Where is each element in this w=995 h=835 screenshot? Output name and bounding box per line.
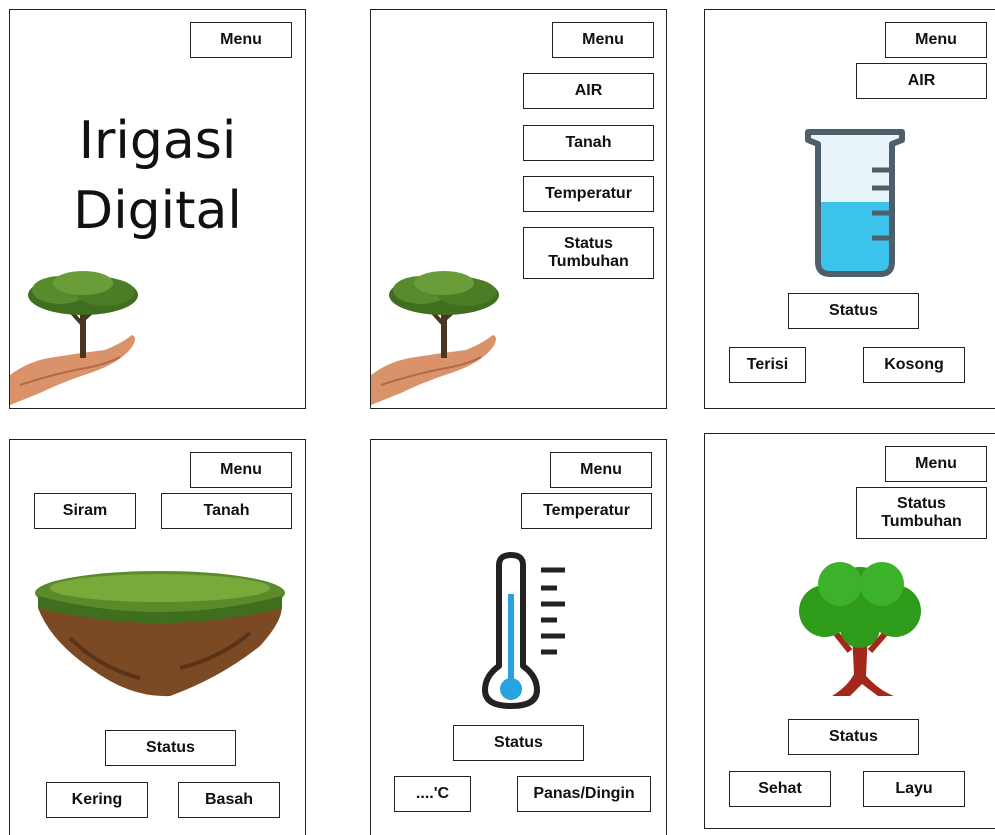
terisi-option[interactable]: Terisi [729,347,806,383]
screen-menu: Menu AIR Tanah Temperatur Status Tumbuha… [370,9,667,409]
screen-status-tumbuhan: Menu Status Tumbuhan Status Sehat Layu [704,433,995,829]
soil-island-icon [35,571,285,697]
menu-item-temperatur[interactable]: Temperatur [523,176,654,212]
screen-tanah: Menu Siram Tanah Status Kering Basah [9,439,306,835]
siram-button[interactable]: Siram [34,493,136,529]
screen-home: Menu Irigasi Digital [9,9,306,409]
app-title-line2: Digital [73,181,242,241]
tree-in-hand-icon [10,271,138,405]
screen-air: Menu AIR Status Terisi Kosong [704,9,995,409]
panas-dingin-option[interactable]: Panas/Dingin [517,776,651,812]
tree-in-hand-icon [371,271,499,405]
menu-button[interactable]: Menu [190,452,292,488]
status-label: Status [788,719,919,755]
status-label: Status [788,293,919,329]
kering-option[interactable]: Kering [46,782,148,818]
menu-item-tanah[interactable]: Tanah [523,125,654,161]
status-tumbuhan-header: Status Tumbuhan [856,487,987,539]
tanah-header: Tanah [161,493,292,529]
beaker-icon [805,129,905,277]
temperatur-header: Temperatur [521,493,652,529]
menu-button[interactable]: Menu [885,446,987,482]
menu-item-air[interactable]: AIR [523,73,654,109]
menu-button[interactable]: Menu [885,22,987,58]
sehat-option[interactable]: Sehat [729,771,831,807]
basah-option[interactable]: Basah [178,782,280,818]
status-label: Status [453,725,584,761]
layu-option[interactable]: Layu [863,771,965,807]
menu-button[interactable]: Menu [550,452,652,488]
kosong-option[interactable]: Kosong [863,347,965,383]
temperature-value: ....'C [394,776,471,812]
tree-icon [799,562,921,696]
thermometer-icon [482,552,565,709]
air-header: AIR [856,63,987,99]
screen-temperatur: Menu Temperatur Status ....'C Panas/Ding… [370,439,667,835]
menu-button[interactable]: Menu [552,22,654,58]
status-label: Status [105,730,236,766]
menu-button[interactable]: Menu [190,22,292,58]
app-title-line1: Irigasi [78,111,237,171]
menu-item-status-tumbuhan[interactable]: Status Tumbuhan [523,227,654,279]
